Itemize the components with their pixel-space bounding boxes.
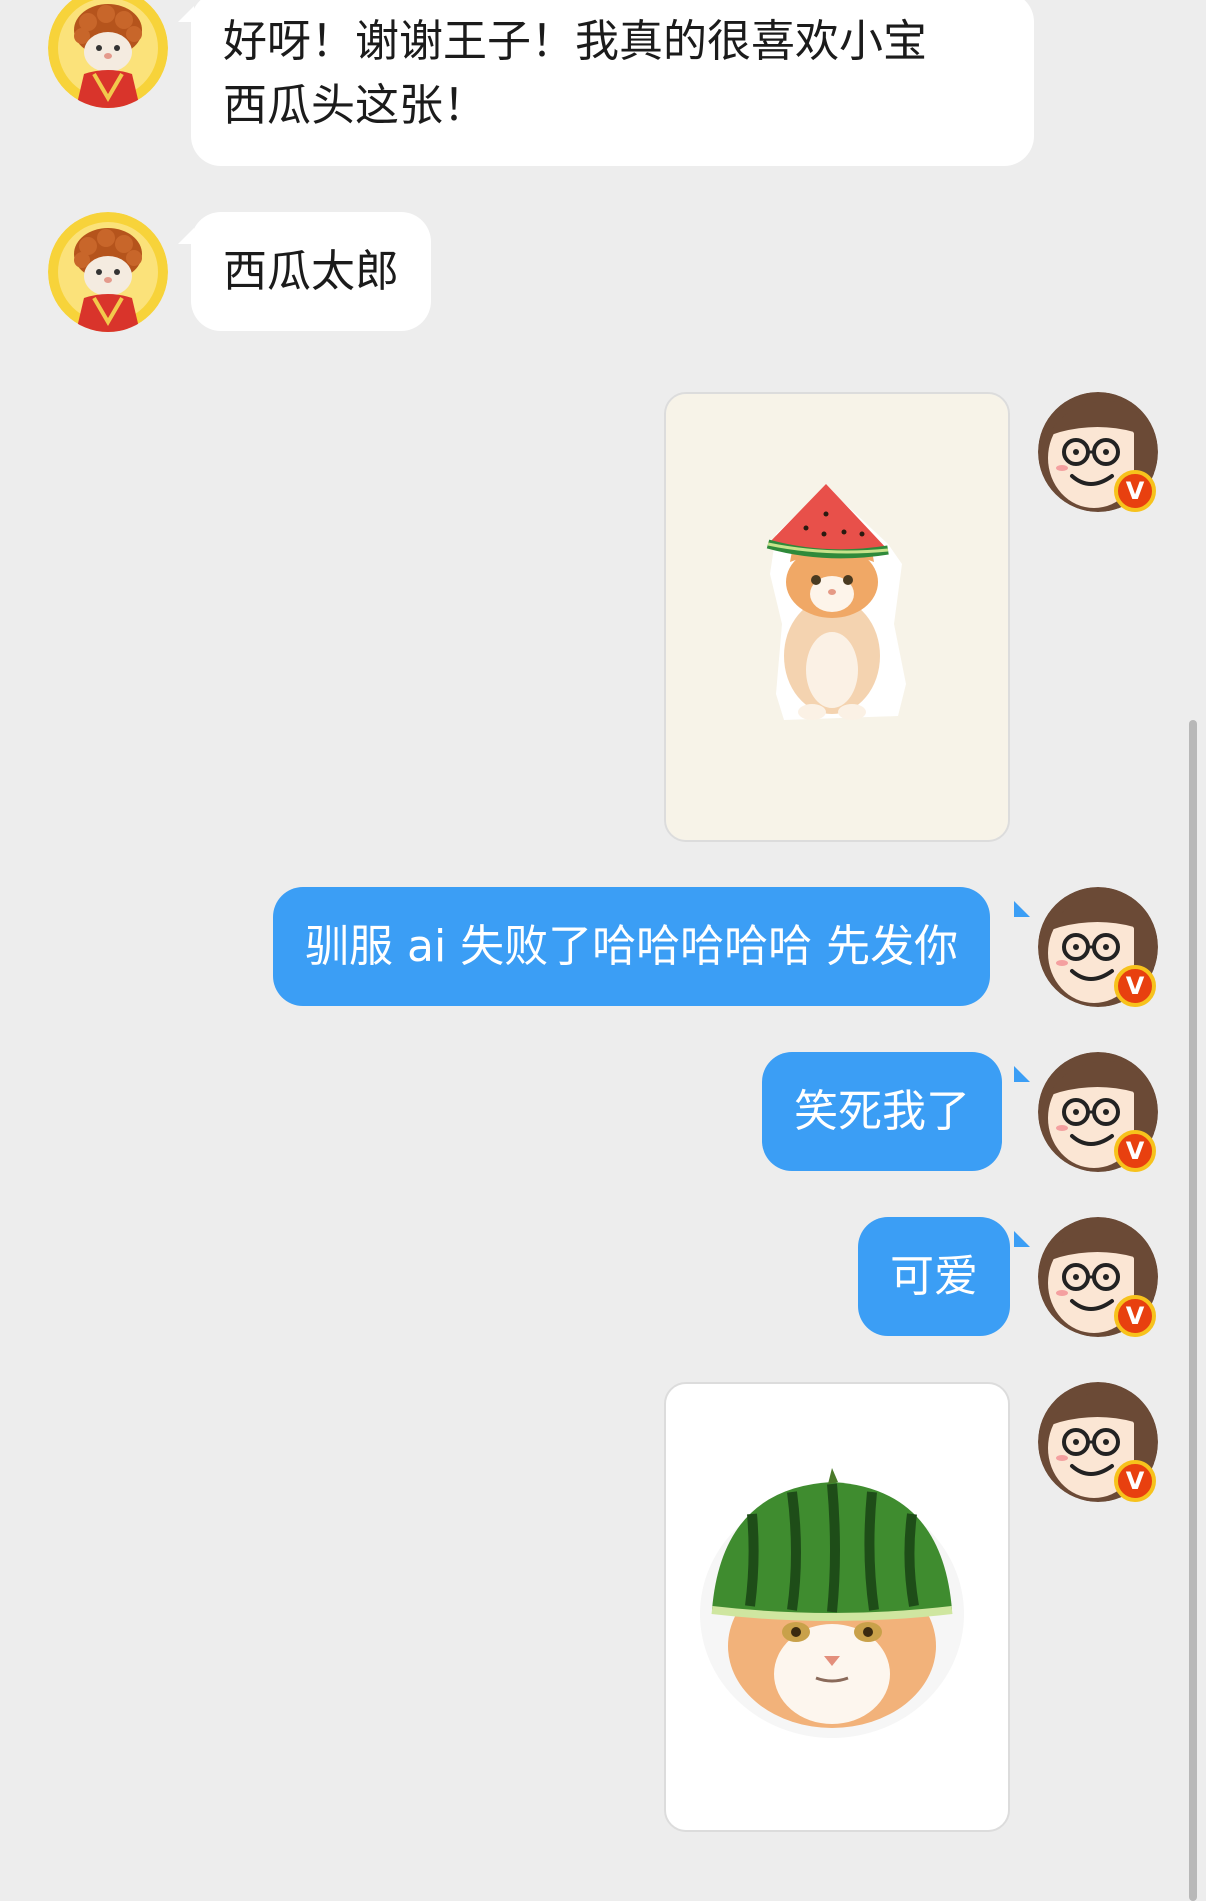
bubble-tail <box>1014 901 1030 917</box>
message-text: 笑死我了 <box>794 1086 970 1137</box>
message-bubble[interactable]: 可爱 <box>858 1217 1010 1336</box>
sent-image[interactable] <box>664 1382 1010 1832</box>
verified-badge-icon: V <box>1114 1295 1156 1337</box>
message-bubble[interactable]: 驯服 ai 失败了哈哈哈哈哈 先发你 <box>273 887 991 1006</box>
verified-badge-icon: V <box>1114 1460 1156 1502</box>
message-text-line: 西瓜头这张！ <box>223 80 487 131</box>
chat-message-list[interactable]: 好呀！谢谢王子！我真的很喜欢小宝 西瓜头这张！ 西瓜太郎 V 驯服 ai 失败了… <box>0 0 1206 1901</box>
cat-avatar-icon[interactable] <box>48 212 168 332</box>
message-text-line: 好呀！谢谢王子！我真的很喜欢小宝 <box>223 16 927 67</box>
message-bubble[interactable]: 好呀！谢谢王子！我真的很喜欢小宝 西瓜头这张！ <box>191 0 1034 166</box>
bubble-tail <box>1014 1231 1030 1247</box>
sent-image[interactable] <box>664 392 1010 842</box>
message-bubble[interactable]: 笑死我了 <box>762 1052 1002 1171</box>
scrollbar[interactable] <box>1189 720 1197 1901</box>
cat-avatar-icon[interactable] <box>48 0 168 108</box>
cat-watermelon-helmet-sticker-icon <box>666 1384 1008 1830</box>
verified-badge-icon: V <box>1114 965 1156 1007</box>
message-text: 可爱 <box>890 1251 978 1302</box>
cat-watermelon-slice-sticker-icon <box>666 394 1008 840</box>
message-text: 西瓜太郎 <box>223 246 399 297</box>
message-bubble[interactable]: 西瓜太郎 <box>191 212 431 331</box>
verified-badge-icon: V <box>1114 470 1156 512</box>
message-text: 驯服 ai 失败了哈哈哈哈哈 先发你 <box>305 921 959 972</box>
bubble-tail <box>1014 1066 1030 1082</box>
verified-badge-icon: V <box>1114 1130 1156 1172</box>
